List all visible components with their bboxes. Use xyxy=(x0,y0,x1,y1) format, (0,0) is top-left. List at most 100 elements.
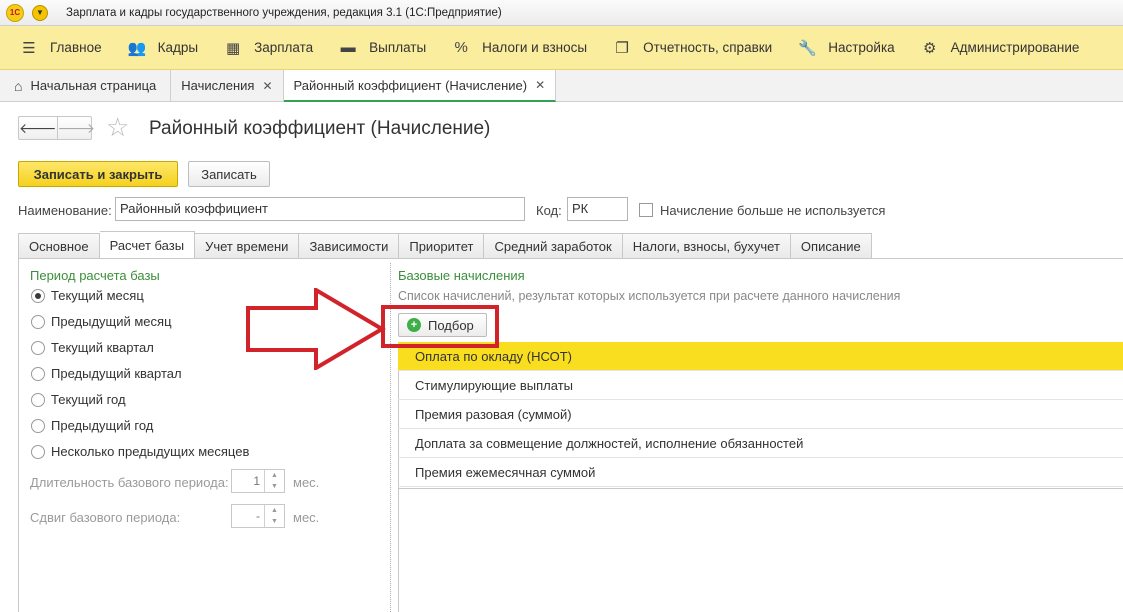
list-item[interactable]: Оплата по окладу (НСОТ) xyxy=(398,342,1123,371)
radio-several-months[interactable] xyxy=(31,445,45,459)
unused-checkbox[interactable] xyxy=(639,203,653,217)
section-main[interactable]: ☰ Главное xyxy=(0,26,115,70)
tab-description[interactable]: Описание xyxy=(790,233,872,259)
window-title: Зарплата и кадры государственного учрежд… xyxy=(66,6,502,19)
chevron-down-icon[interactable]: ▼ xyxy=(265,481,284,492)
close-icon[interactable]: ✕ xyxy=(535,78,545,92)
wrench-icon: 🔧 xyxy=(798,39,817,57)
tab-priority[interactable]: Приоритет xyxy=(399,233,485,259)
radio-label: Предыдущий месяц xyxy=(51,314,172,329)
tab-label: Районный коэффициент (Начисление) xyxy=(293,77,528,93)
percent-icon: % xyxy=(454,39,468,56)
section-admin[interactable]: ⚙ Администрирование xyxy=(908,26,1093,70)
base-period-title: Период расчета базы xyxy=(30,268,160,283)
page-title: Районный коэффициент (Начисление) xyxy=(149,118,491,139)
window-titlebar: 1С ▼ Зарплата и кадры государственного у… xyxy=(0,0,1123,26)
panel-left-border xyxy=(18,258,19,612)
tab-district-coefficient[interactable]: Районный коэффициент (Начисление) ✕ xyxy=(283,70,557,102)
section-payments[interactable]: ▬ Выплаты xyxy=(326,26,439,70)
reports-icon: ❐ xyxy=(615,39,629,57)
app-menu-chevron-icon[interactable]: ▼ xyxy=(32,4,48,21)
duration-label: Длительность базового периода: xyxy=(30,475,229,490)
favorite-star-icon[interactable]: ☆ xyxy=(106,113,129,141)
list-item[interactable]: Доплата за совмещение должностей, исполн… xyxy=(398,429,1123,458)
forward-arrow-icon[interactable]: 🡒 xyxy=(56,117,95,139)
code-field[interactable]: РК xyxy=(567,197,628,221)
radio-current-quarter[interactable] xyxy=(31,341,45,355)
radio-label: Предыдущий год xyxy=(51,418,154,433)
radio-current-month[interactable] xyxy=(31,289,45,303)
base-accruals-title: Базовые начисления xyxy=(398,268,525,283)
radio-label: Предыдущий квартал xyxy=(51,366,182,381)
navigation-buttons: 🡐 🡒 xyxy=(18,116,95,140)
radio-previous-month[interactable] xyxy=(31,315,45,329)
base-accruals-hint: Список начислений, результат которых исп… xyxy=(398,289,901,303)
chevron-up-icon[interactable]: ▲ xyxy=(265,470,284,481)
open-windows-bar: ⌂ Начальная страница Начисления ✕ Районн… xyxy=(0,70,1123,102)
tab-time-tracking[interactable]: Учет времени xyxy=(195,233,300,259)
tab-panel-border xyxy=(18,258,1123,259)
section-label: Налоги и взносы xyxy=(482,40,588,55)
form-tabs: Основное Расчет базы Учет времени Зависи… xyxy=(18,231,872,259)
section-salary[interactable]: ▦ Зарплата xyxy=(211,26,326,70)
app-logo-icon: 1С xyxy=(6,3,24,22)
radio-current-year[interactable] xyxy=(31,393,45,407)
base-accruals-list: Оплата по окладу (НСОТ) Стимулирующие вы… xyxy=(398,342,1123,487)
home-icon: ⌂ xyxy=(14,77,23,94)
tab-accruals[interactable]: Начисления ✕ xyxy=(171,70,284,101)
section-label: Отчетность, справки xyxy=(643,40,773,55)
unused-checkbox-label: Начисление больше не используется xyxy=(660,203,886,218)
radio-previous-year[interactable] xyxy=(31,419,45,433)
tab-taxes-accounting[interactable]: Налоги, взносы, бухучет xyxy=(622,233,791,259)
radio-label: Текущий месяц xyxy=(51,288,144,303)
calculator-icon: ▦ xyxy=(225,39,241,57)
list-bottom-border xyxy=(398,488,1123,489)
code-label: Код: xyxy=(536,203,562,218)
tab-label: Начальная страница xyxy=(30,78,157,93)
tab-base-calculation[interactable]: Расчет базы xyxy=(99,231,196,259)
section-label: Администрирование xyxy=(950,40,1080,55)
tab-dependencies[interactable]: Зависимости xyxy=(299,233,400,259)
save-button[interactable]: Записать xyxy=(188,161,270,187)
section-settings[interactable]: 🔧 Настройка xyxy=(785,26,907,70)
chevron-down-icon[interactable]: ▼ xyxy=(265,516,284,527)
sections-panel: ☰ Главное 👥 Кадры ▦ Зарплата ▬ Выплаты % Нало… xyxy=(0,26,1123,70)
gear-icon: ⚙ xyxy=(922,39,937,57)
annotation-highlight-box xyxy=(381,305,499,348)
stepper-arrows[interactable]: ▲ ▼ xyxy=(264,505,284,527)
section-hr[interactable]: 👥 Кадры xyxy=(115,26,211,70)
section-label: Кадры xyxy=(157,40,199,55)
list-item[interactable]: Стимулирующие выплаты xyxy=(398,371,1123,400)
section-label: Зарплата xyxy=(254,40,314,55)
tab-label: Начисления xyxy=(181,78,255,93)
shift-unit: мес. xyxy=(293,510,320,525)
section-label: Главное xyxy=(50,40,102,55)
radio-label: Несколько предыдущих месяцев xyxy=(51,444,250,459)
radio-previous-quarter[interactable] xyxy=(31,367,45,381)
section-label: Выплаты xyxy=(369,40,427,55)
hamburger-icon: ☰ xyxy=(22,39,36,57)
name-label: Наименование: xyxy=(18,203,112,218)
people-icon: 👥 xyxy=(127,39,147,57)
section-reports[interactable]: ❐ Отчетность, справки xyxy=(600,26,785,70)
tab-main[interactable]: Основное xyxy=(18,233,100,259)
chevron-up-icon[interactable]: ▲ xyxy=(265,505,284,516)
back-arrow-icon[interactable]: 🡐 xyxy=(19,117,57,139)
list-item[interactable]: Премия разовая (суммой) xyxy=(398,400,1123,429)
shift-stepper[interactable]: - ▲ ▼ xyxy=(231,504,285,528)
annotation-arrow xyxy=(246,288,386,370)
close-icon[interactable]: ✕ xyxy=(262,79,272,93)
save-and-close-button[interactable]: Записать и закрыть xyxy=(18,161,178,187)
wallet-icon: ▬ xyxy=(340,39,356,56)
radio-label: Текущий год xyxy=(51,392,126,407)
tab-home[interactable]: ⌂ Начальная страница xyxy=(0,70,172,101)
name-field[interactable]: Районный коэффициент xyxy=(115,197,525,221)
duration-stepper[interactable]: 1 ▲ ▼ xyxy=(231,469,285,493)
duration-value: 1 xyxy=(253,474,260,488)
list-item[interactable]: Премия ежемесячная суммой xyxy=(398,458,1123,487)
section-label: Настройка xyxy=(828,40,895,55)
duration-unit: мес. xyxy=(293,475,320,490)
stepper-arrows[interactable]: ▲ ▼ xyxy=(264,470,284,492)
tab-average-earnings[interactable]: Средний заработок xyxy=(484,233,623,259)
section-taxes[interactable]: % Налоги и взносы xyxy=(439,26,600,70)
